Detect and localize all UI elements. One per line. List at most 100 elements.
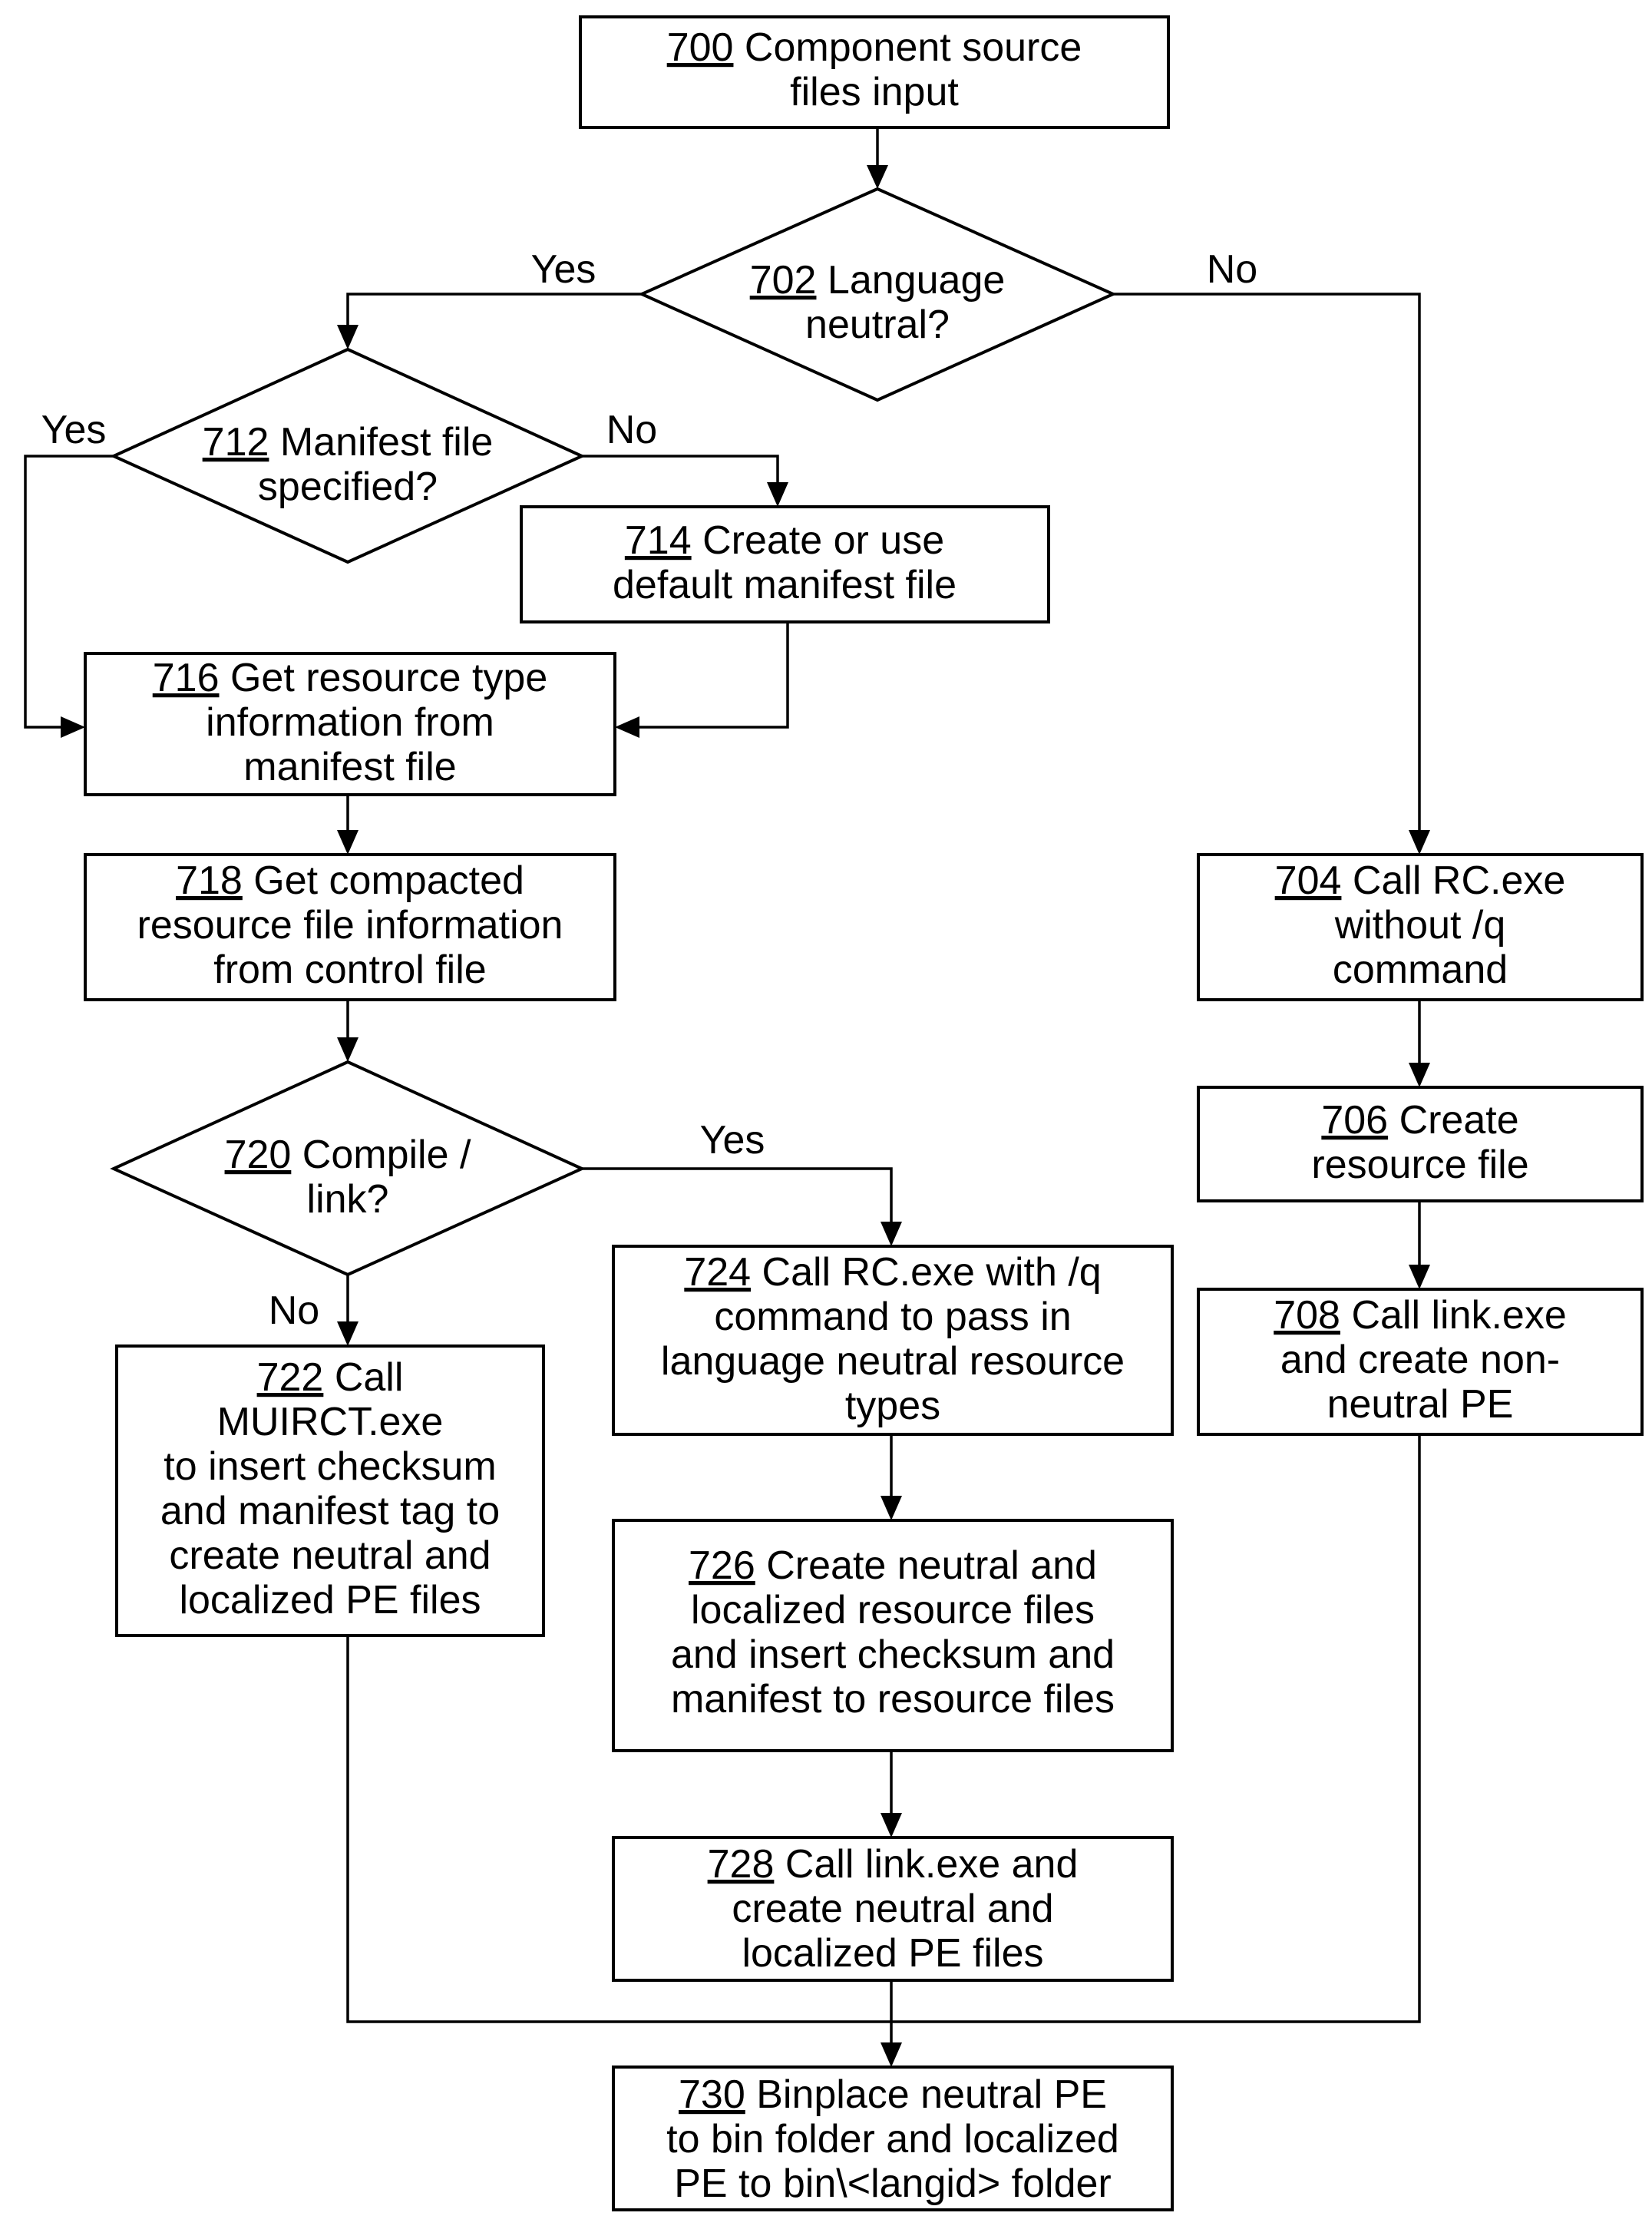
svg-text:714 Create or use: 714 Create or use — [625, 518, 944, 563]
edge-712-714 — [582, 455, 779, 484]
decision-702: 702 Language neutral? — [638, 187, 1117, 402]
label-712-yes: Yes — [41, 408, 107, 452]
node-700: 700 Component source files input — [579, 15, 1170, 129]
svg-text:types: types — [845, 1384, 940, 1428]
svg-text:704 Call RC.exe: 704 Call RC.exe — [1275, 858, 1566, 903]
node-724: 724 Call RC.exe with /q command to pass … — [612, 1245, 1174, 1436]
svg-text:localized resource files: localized resource files — [691, 1588, 1095, 1632]
step-number: 700 — [667, 25, 734, 70]
arrowhead — [61, 716, 85, 738]
node-728: 728 Call link.exe and create neutral and… — [612, 1836, 1174, 1982]
arrowhead — [337, 1037, 358, 1062]
node-716: 716 Get resource type information from m… — [84, 652, 616, 796]
label-720-yes: Yes — [700, 1118, 765, 1163]
svg-text:708 Call link.exe: 708 Call link.exe — [1274, 1293, 1567, 1338]
flowchart: Yes No Yes No Yes No 700 Component sourc… — [24, 15, 1644, 2211]
svg-text:722 Call: 722 Call — [257, 1355, 404, 1400]
edge-702-712 — [346, 293, 642, 326]
node-714: 714 Create or use default manifest file — [520, 505, 1050, 623]
edge-714-716 — [638, 622, 789, 729]
svg-text:702 Language: 702 Language — [750, 258, 1006, 303]
svg-text:specified?: specified? — [258, 465, 438, 509]
step-number: 702 — [750, 258, 817, 303]
svg-text:resource file: resource file — [1311, 1143, 1528, 1187]
svg-text:724 Call RC.exe with /q: 724 Call RC.exe with /q — [684, 1250, 1101, 1295]
svg-text:MUIRCT.exe: MUIRCT.exe — [217, 1400, 444, 1444]
arrowhead — [881, 1813, 902, 1837]
svg-text:to bin folder and localized: to bin folder and localized — [666, 2117, 1119, 2161]
arrowhead — [337, 830, 358, 855]
node-708: 708 Call link.exe and create non- neutra… — [1197, 1288, 1644, 1436]
arrowhead — [337, 325, 358, 349]
svg-text:728 Call link.exe and: 728 Call link.exe and — [708, 1842, 1079, 1887]
svg-text:730 Binplace neutral PE: 730 Binplace neutral PE — [679, 2072, 1107, 2117]
svg-text:to insert checksum: to insert checksum — [164, 1444, 497, 1489]
svg-text:720 Compile /: 720 Compile / — [225, 1133, 471, 1177]
arrowhead — [1409, 1063, 1430, 1087]
edge-720-724 — [582, 1167, 893, 1223]
step-number: 730 — [679, 2072, 745, 2117]
svg-text:neutral?: neutral? — [805, 303, 950, 347]
step-number: 718 — [176, 858, 243, 903]
svg-text:default manifest file: default manifest file — [613, 563, 957, 607]
arrowhead — [1409, 1265, 1430, 1289]
svg-text:neutral PE: neutral PE — [1327, 1382, 1514, 1427]
svg-text:without /q: without /q — [1334, 903, 1506, 948]
svg-text:information from: information from — [206, 700, 494, 745]
arrowhead — [881, 1496, 902, 1520]
node-704: 704 Call RC.exe without /q command — [1197, 853, 1644, 1001]
svg-text:manifest to resource files: manifest to resource files — [671, 1677, 1115, 1722]
svg-text:from control file: from control file — [213, 948, 486, 992]
node-730: 730 Binplace neutral PE to bin folder an… — [612, 2066, 1174, 2211]
arrowhead — [615, 716, 639, 738]
svg-text:and insert checksum and: and insert checksum and — [671, 1632, 1115, 1677]
step-number: 712 — [203, 420, 269, 465]
label-720-no: No — [269, 1288, 319, 1333]
svg-text:and manifest tag to: and manifest tag to — [160, 1489, 500, 1533]
label-712-no: No — [606, 408, 657, 452]
svg-text:create neutral and: create neutral and — [732, 1887, 1053, 1931]
label-702-no: No — [1207, 247, 1257, 292]
step-number: 706 — [1321, 1098, 1388, 1143]
svg-text:706 Create: 706 Create — [1321, 1098, 1518, 1143]
arrowhead — [881, 2042, 902, 2067]
svg-text:link?: link? — [307, 1177, 389, 1222]
decision-720: 720 Compile / link? — [110, 1060, 586, 1277]
node-706: 706 Create resource file — [1197, 1086, 1644, 1202]
step-number: 720 — [225, 1133, 292, 1177]
svg-text:command: command — [1333, 948, 1508, 992]
arrowhead — [767, 482, 788, 507]
arrowhead — [867, 165, 888, 189]
svg-text:localized PE files: localized PE files — [179, 1578, 481, 1622]
svg-text:726 Create neutral and: 726 Create neutral and — [689, 1543, 1097, 1588]
step-number: 722 — [257, 1355, 324, 1400]
step-number: 728 — [708, 1842, 775, 1887]
svg-text:command to pass in: command to pass in — [714, 1295, 1071, 1339]
node-722: 722 Call MUIRCT.exe to insert checksum a… — [115, 1344, 545, 1637]
svg-text:resource file information: resource file information — [137, 903, 563, 948]
svg-text:716 Get resource type: 716 Get resource type — [153, 656, 548, 700]
step-number: 708 — [1274, 1293, 1340, 1338]
step-number: 716 — [153, 656, 220, 700]
svg-text:PE to bin\<langid> folder: PE to bin\<langid> folder — [674, 2161, 1112, 2206]
arrowhead — [337, 1321, 358, 1346]
svg-text:718 Get compacted: 718 Get compacted — [176, 858, 524, 903]
node-726: 726 Create neutral and localized resourc… — [612, 1519, 1174, 1752]
step-number: 726 — [689, 1543, 755, 1588]
svg-text:and create non-: and create non- — [1280, 1338, 1560, 1382]
label-702-yes: Yes — [531, 247, 596, 292]
svg-text:localized PE files: localized PE files — [742, 1931, 1043, 1976]
edge-702-704 — [1113, 293, 1421, 832]
arrowhead — [881, 1222, 902, 1246]
step-number: 714 — [625, 518, 692, 563]
decision-712: 712 Manifest file specified? — [110, 347, 586, 564]
svg-text:712 Manifest file: 712 Manifest file — [203, 420, 494, 465]
step-number: 724 — [684, 1250, 751, 1295]
svg-text:700 Component source: 700 Component source — [667, 25, 1082, 70]
step-number: 704 — [1275, 858, 1342, 903]
svg-text:language neutral resource: language neutral resource — [661, 1339, 1125, 1384]
arrowhead — [1409, 830, 1430, 855]
svg-text:create neutral and: create neutral and — [169, 1533, 491, 1578]
svg-text:manifest file: manifest file — [243, 745, 456, 789]
svg-text:files input: files input — [790, 70, 959, 114]
